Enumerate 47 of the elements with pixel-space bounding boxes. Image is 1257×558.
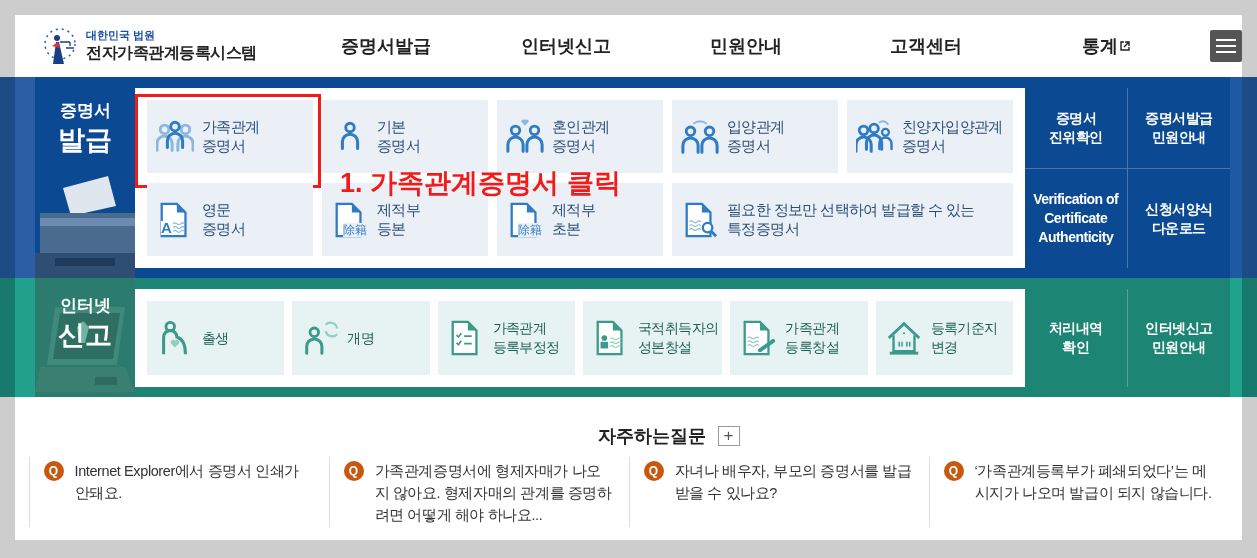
menu-tile[interactable]: 필요한 정보만 선택하여 발급할 수 있는 특정증명서 (672, 183, 1013, 256)
couple-arrows-icon (681, 117, 719, 156)
section-label: 인터넷 (59, 295, 111, 317)
question-badge: Q (343, 461, 364, 481)
nav-item[interactable]: 민원안내 (655, 34, 836, 58)
icon-label: 除籍 (343, 223, 367, 237)
menu-tile[interactable]: 가족관계 등록창설 (730, 301, 868, 375)
quick-link[interactable]: Verification of Certificate Authenticity (1025, 169, 1128, 268)
icon-label: 除籍 (518, 223, 542, 237)
more-button[interactable]: + (717, 426, 740, 446)
nav-item[interactable]: 고객센터 (835, 34, 1016, 58)
external-link-icon (1119, 41, 1130, 51)
faq-link[interactable]: 가족관계증명서에 형제자매가 나오지 않아요. 형제자매의 관계를 증명하려면 어떻게 해야 하나요... (374, 460, 613, 526)
section-title: 신고 (58, 319, 112, 352)
question-badge: Q (43, 461, 64, 481)
faq-link[interactable]: Internet Explorer에서 증명서 인쇄가 안돼요. (74, 460, 313, 504)
couple-heart-icon (506, 117, 544, 156)
family-arrows-icon (856, 117, 894, 156)
quick-link[interactable]: 증명서 진위확인 (1025, 88, 1128, 169)
section-title: 자주하는질문 (597, 425, 706, 448)
menu-tile[interactable]: 친양자입양관계 증명서 (847, 100, 1013, 173)
nav-item[interactable]: 인터넷신고 (475, 34, 656, 58)
menu-tile[interactable]: 입양관계 증명서 (672, 100, 838, 173)
menu-tile[interactable]: A 영문 증명서 (147, 183, 313, 256)
menu-tile[interactable]: 출생 (147, 301, 285, 375)
menu-button[interactable] (1209, 30, 1242, 62)
menu-tile[interactable]: 가족관계 증명서 (147, 100, 313, 173)
faq-link[interactable]: 자녀나 배우자, 부모의 증명서를 발급 받을 수 있나요? (674, 460, 913, 504)
menu-tile[interactable]: 가족관계 등록부정정 (437, 301, 575, 375)
menu-tile[interactable]: 등록기준지 변경 (875, 301, 1013, 375)
quick-link[interactable]: 처리내역 확인 (1025, 289, 1128, 387)
icon-label: A (161, 221, 172, 235)
faq-link[interactable]: ‘가족관계등록부가 폐쇄되었다’는 메시지가 나오며 발급이 되지 않습니다. (974, 460, 1213, 504)
site-title: 전자가족관계등록시스템 (86, 43, 257, 63)
menu-icon (1215, 38, 1236, 54)
section-label: 증명서 (59, 100, 111, 122)
nav-item[interactable]: 통계 (1015, 34, 1196, 58)
quick-link[interactable]: 인터넷신고 민원안내 (1127, 289, 1230, 387)
question-badge: Q (943, 461, 964, 481)
menu-tile[interactable]: 국적취득자의 성본창설 (582, 301, 723, 375)
question-badge: Q (643, 461, 664, 481)
quick-link[interactable]: 신청서양식 다운로드 (1127, 169, 1230, 268)
section-title: 발급 (58, 124, 112, 157)
nav-item[interactable]: 증명서발급 (295, 34, 476, 58)
menu-tile[interactable]: 개명 (292, 301, 430, 375)
quick-link[interactable]: 증명서발급 민원안내 (1127, 88, 1230, 169)
org-name: 대한민국 법원 (86, 28, 157, 43)
